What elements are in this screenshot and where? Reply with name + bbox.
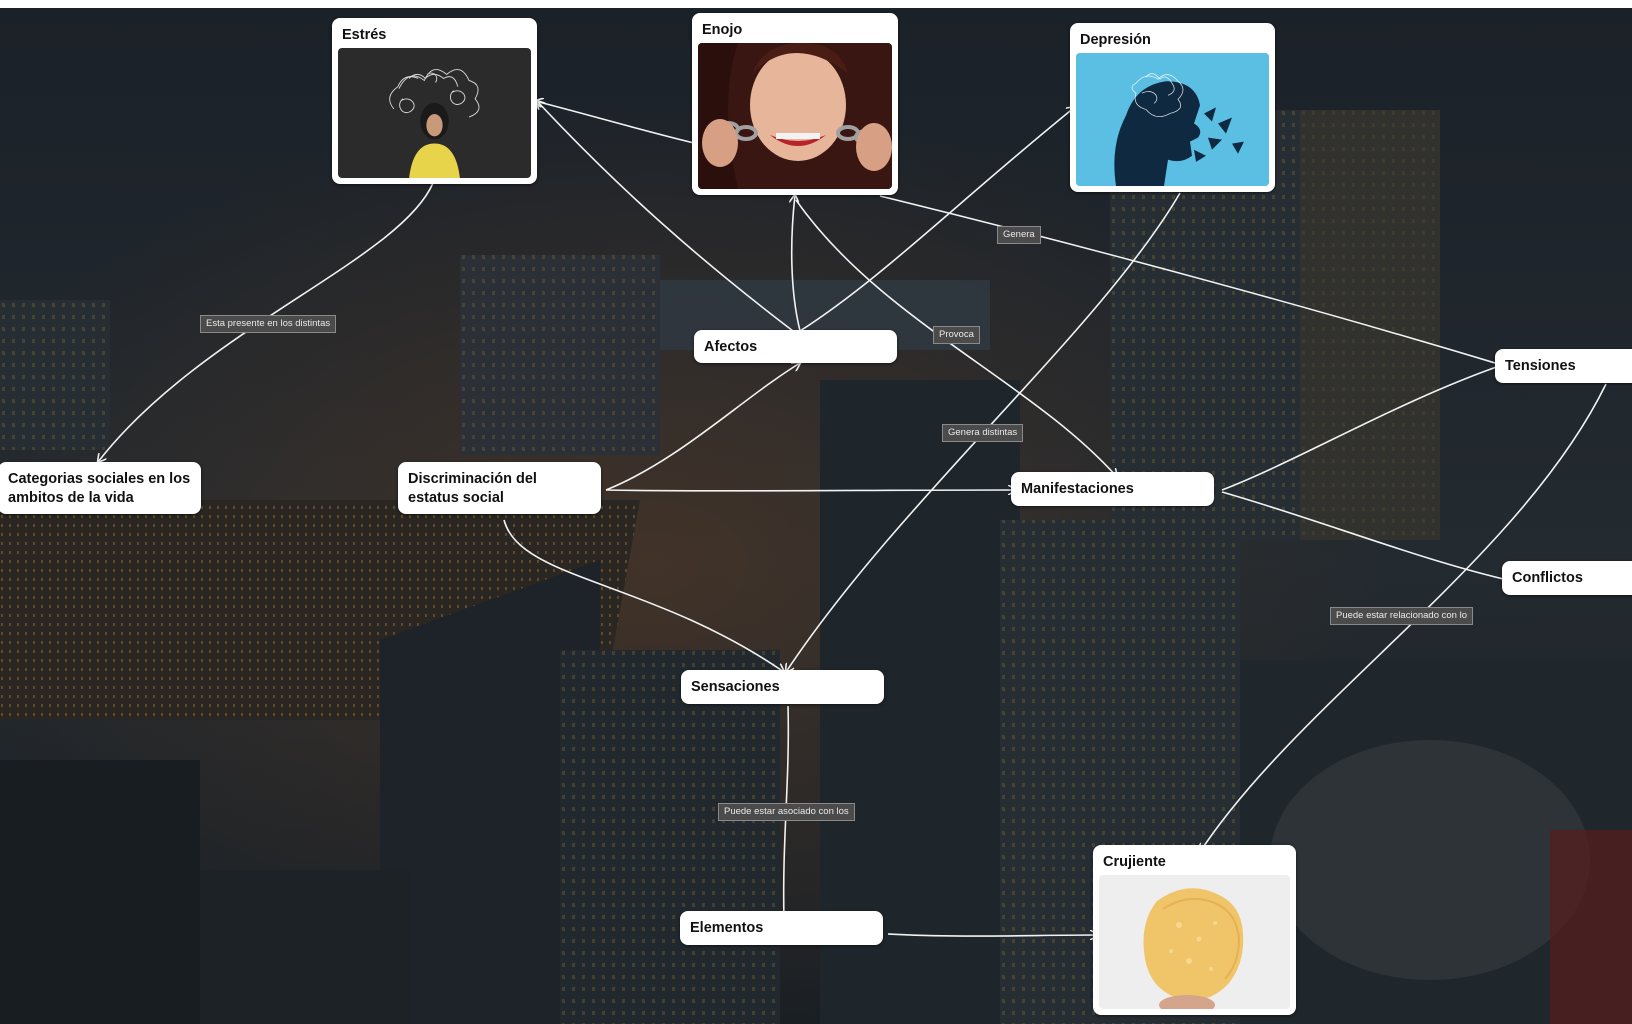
node-enojo-title: Enojo	[702, 22, 743, 38]
node-discriminacion[interactable]: Discriminación del estatus social	[398, 462, 601, 514]
edge-label-relacionado[interactable]: Puede estar relacionado con lo	[1330, 607, 1473, 625]
crispy-chip-image	[1099, 875, 1290, 1009]
mind-map-canvas[interactable]: Esta presente en los distintas Genera Pr…	[0, 0, 1632, 1024]
node-elementos[interactable]: Elementos	[680, 911, 883, 945]
node-crujiente[interactable]: Crujiente	[1093, 845, 1296, 1015]
node-sensaciones[interactable]: Sensaciones	[681, 670, 884, 704]
node-crujiente-title: Crujiente	[1103, 854, 1166, 870]
edge-label-presente[interactable]: Esta presente en los distintas	[200, 315, 337, 333]
node-categorias[interactable]: Categorias sociales en los ambitos de la…	[0, 462, 201, 514]
node-estres[interactable]: Estrés	[332, 18, 537, 184]
edge-label-asociado[interactable]: Puede estar asociado con los	[718, 803, 855, 821]
edge-label-genera[interactable]: Genera	[997, 226, 1041, 244]
node-conflictos[interactable]: Conflictos	[1502, 561, 1632, 595]
node-tensiones[interactable]: Tensiones	[1495, 349, 1632, 383]
stress-image	[338, 48, 531, 178]
edge-label-provoca[interactable]: Provoca	[933, 326, 980, 344]
node-afectos[interactable]: Afectos	[694, 330, 897, 363]
node-depresion-title: Depresión	[1080, 32, 1151, 48]
node-depresion[interactable]: Depresión	[1070, 23, 1275, 192]
node-enojo[interactable]: Enojo	[692, 13, 898, 195]
node-estres-title: Estrés	[342, 27, 387, 43]
node-manifestaciones[interactable]: Manifestaciones	[1011, 472, 1214, 506]
edge-label-genera-distintas[interactable]: Genera distintas	[942, 424, 1024, 442]
depression-image	[1076, 53, 1269, 186]
anger-image	[698, 43, 892, 189]
